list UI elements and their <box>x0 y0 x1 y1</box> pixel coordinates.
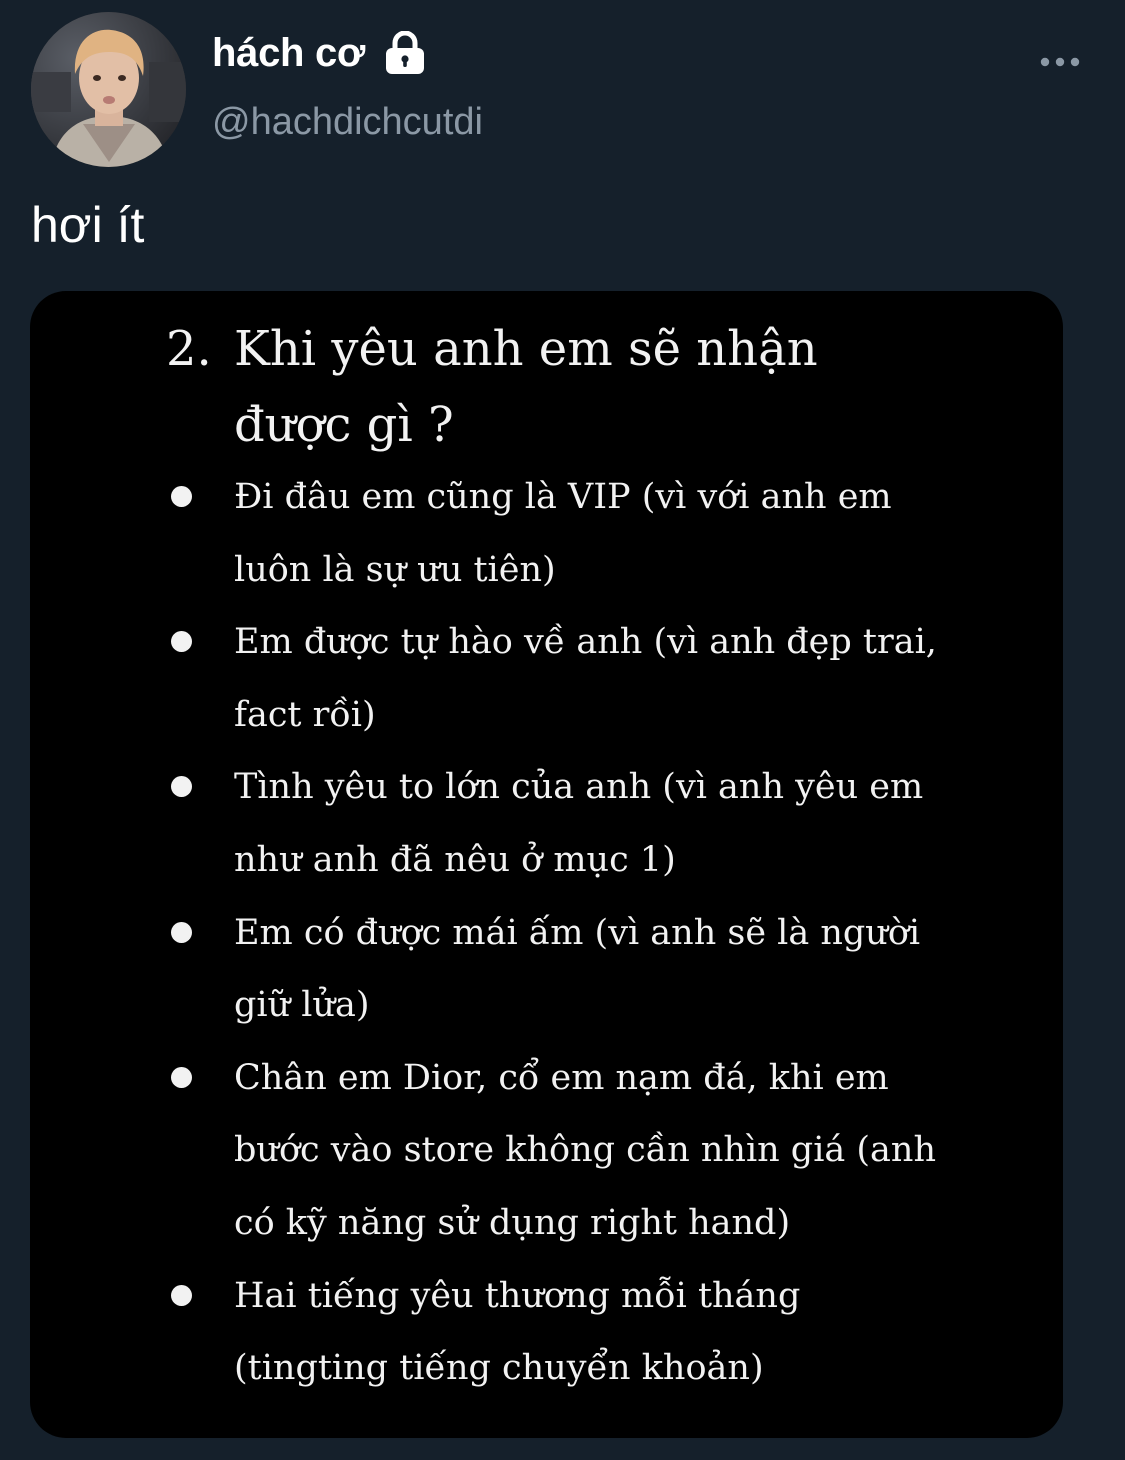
image-document: 2. Khi yêu anh em sẽ nhận được gì ? Đi đ… <box>30 291 1063 1438</box>
tweet-text: hơi ít <box>31 197 145 253</box>
bullet-line: Em được tự hào về anh (vì anh đẹp trai, <box>234 622 937 663</box>
bullet-line: (tingting tiếng chuyển khoản) <box>234 1348 764 1389</box>
bullet-line: Chân em Dior, cổ em nạm đá, khi em <box>234 1057 889 1098</box>
heading-line: Khi yêu anh em sẽ nhận <box>234 321 818 377</box>
bullet-item: Chân em Dior, cổ em nạm đá, khi em bước v… <box>171 1042 1034 1260</box>
bullet-item: Tình yêu to lớn của anh (vì anh yêu em nh… <box>171 751 1034 896</box>
bullet-item: Em có được mái ấm (vì anh sẽ là người giữ… <box>171 897 1034 1042</box>
bullet-line: luôn là sự ưu tiên) <box>234 549 556 590</box>
bullet-line: Em có được mái ấm (vì anh sẽ là người <box>234 912 921 953</box>
more-options-button[interactable] <box>1030 42 1090 82</box>
tweet-image[interactable]: 2. Khi yêu anh em sẽ nhận được gì ? Đi đ… <box>30 291 1063 1438</box>
author-row: hách cơ <box>212 26 425 80</box>
bullet-line: giữ lửa) <box>234 985 370 1026</box>
bullet-line: fact rồi) <box>234 694 376 735</box>
bullet-item: Em được tự hào về anh (vì anh đẹp trai, f… <box>171 606 1034 751</box>
bullet-line: bước vào store không cần nhìn giá (anh <box>234 1130 936 1171</box>
bullet-line: có kỹ năng sử dụng right hand) <box>234 1202 791 1243</box>
bullet-line: Hai tiếng yêu thương mỗi tháng <box>234 1275 801 1316</box>
bullet-item: Đi đâu em cũng là VIP (vì với anh em luôn… <box>171 461 1034 606</box>
bullet-list: Đi đâu em cũng là VIP (vì với anh em luôn… <box>171 461 1034 1405</box>
heading: Khi yêu anh em sẽ nhận được gì ? <box>234 311 974 463</box>
more-icon <box>1040 57 1080 67</box>
display-name[interactable]: hách cơ <box>212 26 365 80</box>
avatar-photo <box>31 12 186 167</box>
user-handle[interactable]: @hachdichcutdi <box>212 96 483 148</box>
bullet-item: Hai tiếng yêu thương mỗi tháng (tingting … <box>171 1260 1034 1405</box>
heading-number: 2. <box>166 321 212 377</box>
bullet-line: Đi đâu em cũng là VIP (vì với anh em <box>234 477 892 517</box>
bullet-line: như anh đã nêu ở mục 1) <box>234 839 676 880</box>
bullet-line: Tình yêu to lớn của anh (vì anh yêu em <box>234 767 924 808</box>
avatar[interactable] <box>31 12 186 167</box>
heading-line: được gì ? <box>234 397 454 453</box>
lock-icon <box>385 31 425 75</box>
